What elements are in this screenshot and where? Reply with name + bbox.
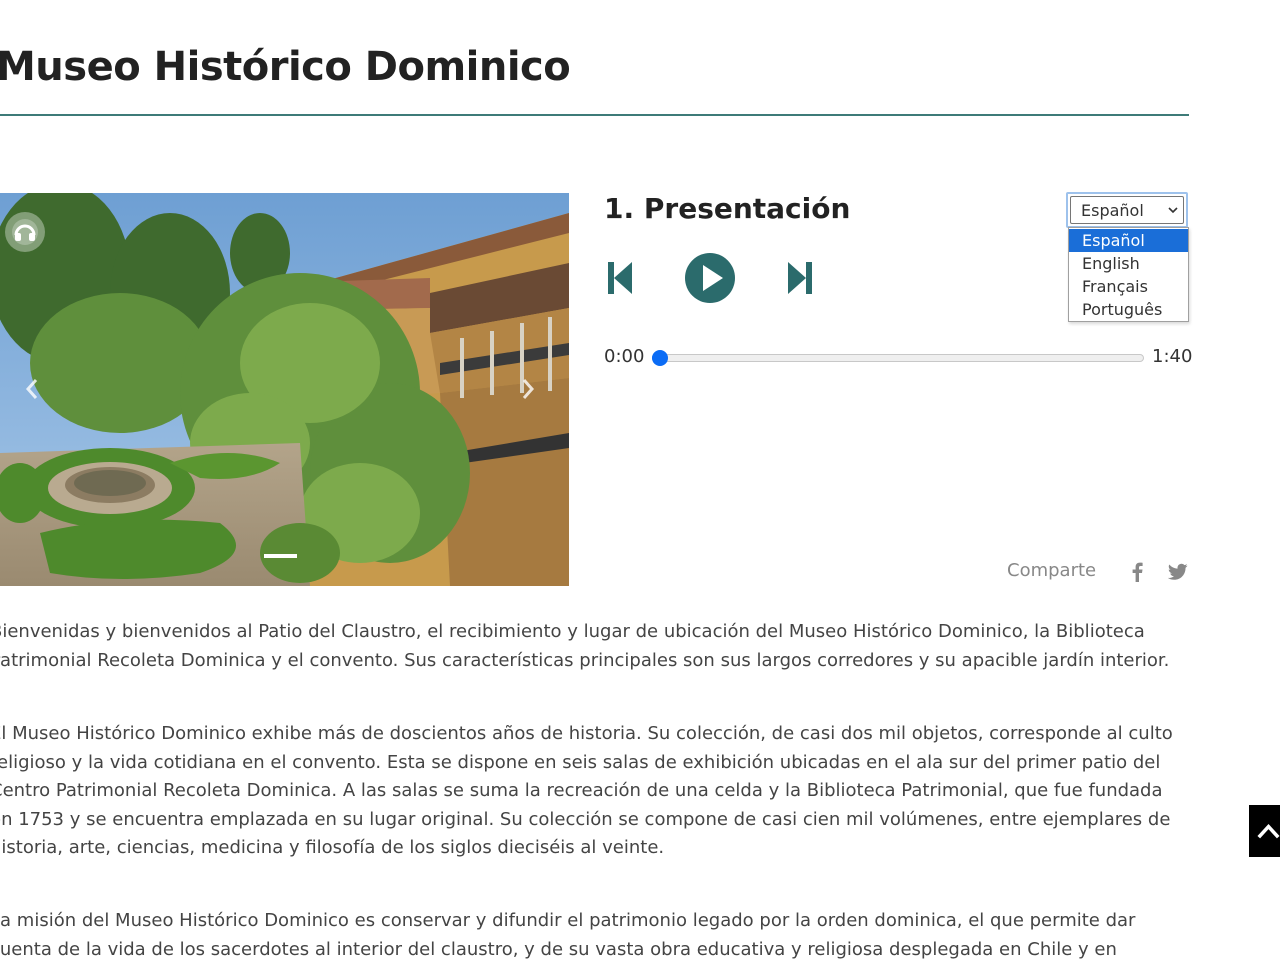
language-option-espanol[interactable]: Español [1069,229,1188,252]
mission-paragraph: La misión del Museo Histórico Dominico e… [0,910,1136,960]
language-select-value: Español [1081,201,1144,220]
language-select[interactable]: Español [1066,192,1188,228]
share-label: Comparte [1007,560,1097,581]
current-time: 0:00 [604,346,645,367]
play-button[interactable] [684,252,736,304]
language-option-english[interactable]: English [1069,252,1188,275]
skip-forward-icon [788,262,812,294]
headphones-icon[interactable] [5,212,45,252]
skip-back-icon [608,262,632,294]
chevron-down-icon [1168,207,1178,214]
language-option-portugues[interactable]: Português [1069,298,1188,321]
duration: 1:40 [1152,346,1193,367]
carousel-prev-button[interactable] [20,372,44,406]
facebook-icon [1132,562,1143,582]
back-to-top-button[interactable] [1249,805,1280,857]
twitter-share-button[interactable] [1167,563,1188,581]
intro-paragraph: Bienvenidas y bienvenidos al Patio del C… [0,621,1170,671]
cloister-garden-photo [0,193,569,586]
facebook-share-button[interactable] [1129,561,1145,583]
hero-carousel [0,193,569,586]
carousel-next-button[interactable] [516,372,540,406]
previous-track-button[interactable] [604,258,636,298]
seek-thumb[interactable] [652,350,668,366]
chevron-right-icon [522,379,535,399]
chevron-up-icon [1257,823,1280,839]
chevron-left-icon [25,379,38,399]
title-divider [0,114,1189,116]
track-title: 1. Presentación [604,192,851,225]
page-title: Museo Histórico Dominico [0,44,571,90]
play-icon [685,253,735,303]
seek-track [652,354,1144,362]
seek-slider[interactable] [652,350,1144,366]
next-track-button[interactable] [784,258,816,298]
collection-paragraph: El Museo Histórico Dominico exhibe más d… [0,723,1173,859]
page: Museo Histórico Dominico 1. Presentación… [0,0,1280,960]
twitter-icon [1167,563,1188,580]
carousel-indicator[interactable] [264,554,297,558]
language-dropdown: Español English Français Português [1068,227,1189,322]
language-option-francais[interactable]: Français [1069,275,1188,298]
